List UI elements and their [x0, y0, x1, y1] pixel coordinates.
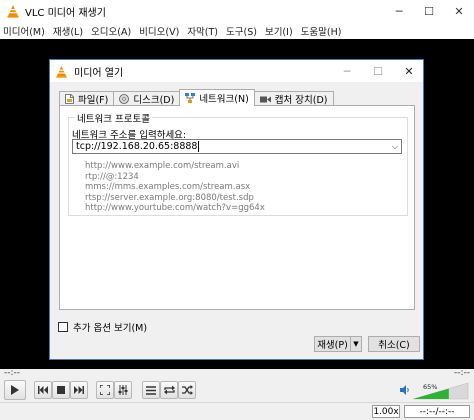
close-button[interactable]: ✕: [444, 0, 474, 22]
menu-tools[interactable]: 도구(S): [226, 24, 257, 38]
dialog-title: 미디어 열기: [74, 67, 124, 79]
volume-slider[interactable]: 65%: [413, 382, 469, 400]
stop-button[interactable]: [52, 381, 70, 399]
minimize-button[interactable]: ─: [384, 0, 414, 22]
loop-icon: [163, 385, 175, 395]
extended-settings-button[interactable]: [114, 381, 132, 399]
play-button[interactable]: [4, 380, 26, 400]
maximize-button[interactable]: ☐: [414, 0, 444, 22]
time-display[interactable]: --:--/--:--: [404, 405, 470, 418]
menu-view[interactable]: 보기(I): [265, 24, 293, 38]
previous-icon: [38, 386, 48, 394]
playlist-button[interactable]: [142, 381, 160, 399]
play-icon: [11, 385, 19, 395]
dialog-minimize-button[interactable]: ─: [332, 60, 362, 82]
elapsed-time: --:--: [4, 368, 21, 378]
menu-audio[interactable]: 오디오(A): [91, 24, 131, 38]
playback-controls: 65%: [0, 379, 474, 402]
network-tab-panel: 네트워크 프로토콜 네트워크 주소를 입력하세요: tcp://192.168.…: [59, 105, 415, 310]
shuffle-button[interactable]: [178, 381, 196, 399]
network-protocol-label: 네트워크 프로토콜: [75, 111, 152, 125]
more-options-checkbox[interactable]: [58, 322, 68, 332]
dialog-close-button[interactable]: ✕: [394, 60, 424, 82]
next-button[interactable]: [70, 381, 88, 399]
next-icon: [74, 386, 84, 394]
network-url-input[interactable]: tcp://192.168.20.65:8888 ⌵: [72, 139, 402, 154]
text-caret: [198, 141, 200, 152]
tab-disc[interactable]: 디스크(D): [113, 91, 181, 106]
tab-file-label: 파일(F): [78, 95, 109, 106]
playlist-icon: [146, 385, 156, 395]
shuffle-icon: [181, 385, 193, 395]
loop-button[interactable]: [160, 381, 178, 399]
tab-capture-device-label: 캡처 장치(D): [274, 95, 328, 106]
vlc-cone-icon: [56, 65, 67, 78]
remaining-time: --:--: [453, 368, 470, 378]
play-split-button[interactable]: 재생(P) ▼: [314, 336, 362, 352]
menu-media[interactable]: 미디어(M): [3, 24, 45, 38]
network-url-value: tcp://192.168.20.65:8888: [76, 141, 198, 152]
example-url: http://www.example.com/stream.avi: [85, 161, 240, 171]
fullscreen-button[interactable]: [96, 381, 114, 399]
capture-device-icon: [259, 96, 271, 102]
more-options-label: 추가 옵션 보기(M): [73, 323, 148, 334]
dropdown-arrow-icon[interactable]: ▼: [351, 340, 361, 348]
network-icon: [185, 93, 196, 103]
equalizer-icon: [118, 385, 128, 395]
dialog-tabs: 파일(F) 디스크(D) 네트워크(N) 캡처 장치(D): [59, 89, 334, 106]
chevron-down-icon[interactable]: ⌵: [392, 142, 398, 152]
example-url: rtsp://server.example.org:8080/test.sdp: [85, 192, 254, 203]
vlc-cone-icon: [7, 5, 19, 18]
tab-network[interactable]: 네트워크(N): [179, 89, 255, 106]
example-url: mms://mms.examples.com/stream.asx: [85, 182, 251, 192]
example-url: rtp://@:1234: [85, 171, 139, 182]
menu-playback[interactable]: 재생(L): [53, 24, 83, 38]
playback-speed[interactable]: 1.00x: [372, 405, 400, 418]
cancel-button[interactable]: 취소(C): [368, 336, 420, 352]
menu-bar: 미디어(M) 재생(L) 오디오(A) 비디오(V) 자막(T) 도구(S) 보…: [0, 22, 474, 39]
menu-subtitle[interactable]: 자막(T): [187, 24, 218, 38]
main-window-title: VLC 미디어 재생기: [25, 7, 106, 19]
tab-network-label: 네트워크(N): [199, 94, 249, 105]
stop-icon: [57, 386, 65, 394]
previous-button[interactable]: [34, 381, 52, 399]
volume-percent: 65%: [423, 383, 437, 391]
play-button-label: 재생(P): [317, 340, 348, 351]
status-bar: 1.00x --:--/--:--: [0, 402, 474, 420]
speaker-icon[interactable]: [400, 385, 410, 395]
disc-icon: [119, 94, 130, 104]
url-examples: http://www.example.com/stream.avi rtp://…: [85, 161, 265, 214]
dialog-maximize-button[interactable]: ☐: [363, 60, 393, 82]
tab-disc-label: 디스크(D): [133, 95, 175, 106]
file-icon: [65, 94, 74, 104]
tab-file[interactable]: 파일(F): [59, 91, 115, 106]
open-media-dialog: 미디어 열기 ─ ☐ ✕ 파일(F) 디스크(D) 네트워크(N) 캡처 장치(…: [49, 59, 424, 360]
menu-video[interactable]: 비디오(V): [139, 24, 179, 38]
more-options-toggle[interactable]: 추가 옵션 보기(M): [58, 320, 147, 334]
tab-capture-device[interactable]: 캡처 장치(D): [253, 91, 334, 106]
fullscreen-icon: [100, 385, 110, 395]
example-url: http://www.yourtube.com/watch?v=gg64x: [85, 203, 265, 213]
seek-row[interactable]: --:-- --:--: [0, 368, 474, 379]
menu-help[interactable]: 도움말(H): [301, 24, 342, 38]
